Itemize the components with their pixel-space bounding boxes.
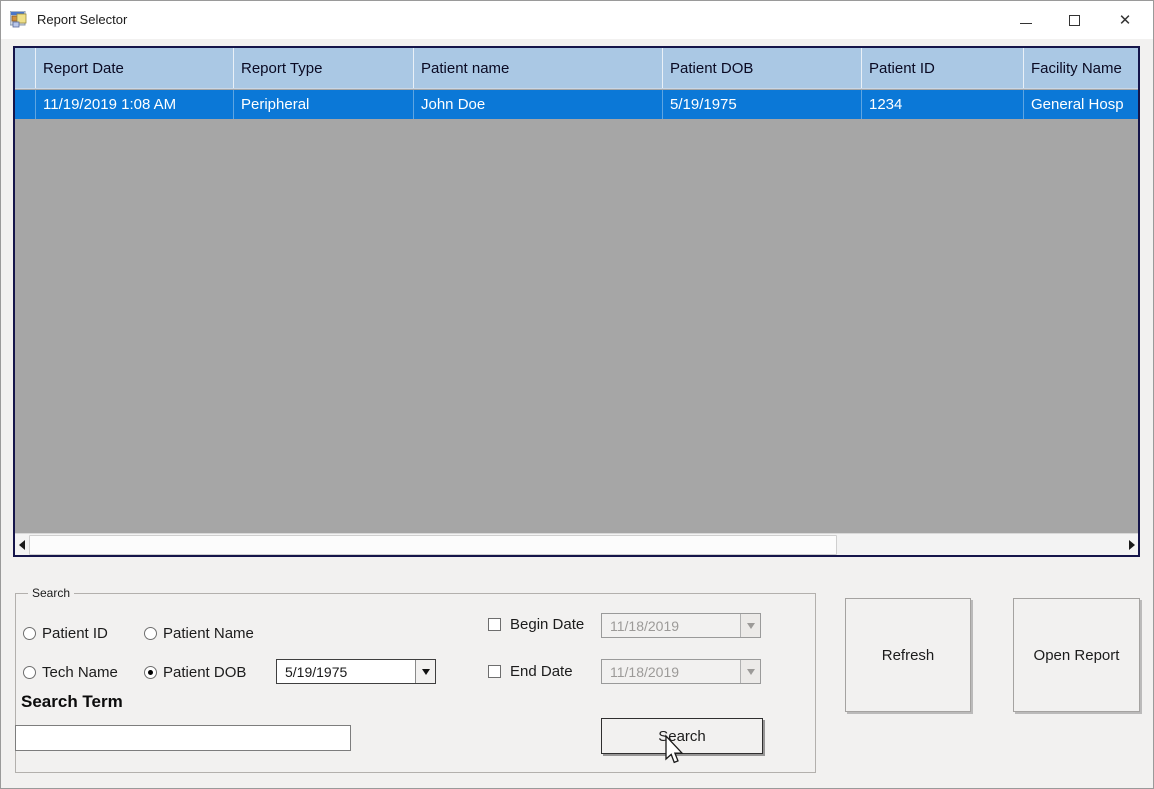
search-group-label: Search — [28, 586, 75, 600]
radio-tech-name-label[interactable]: Tech Name — [42, 664, 118, 681]
close-button[interactable]: ✕ — [1103, 1, 1147, 39]
begin-date-picker-dropdown-button — [740, 614, 760, 637]
scroll-right-button[interactable] — [1125, 535, 1138, 555]
end-date-label[interactable]: End Date — [510, 663, 573, 680]
chevron-down-icon — [746, 622, 755, 629]
open-report-button[interactable]: Open Report — [1013, 598, 1140, 712]
search-button[interactable]: Search — [601, 718, 763, 754]
refresh-button[interactable]: Refresh — [845, 598, 971, 712]
begin-date-picker-value: 11/18/2019 — [610, 617, 680, 634]
column-header-patient-dob[interactable]: Patient DOB — [662, 48, 861, 88]
scroll-left-icon — [18, 540, 25, 550]
end-date-picker-value: 11/18/2019 — [610, 663, 680, 680]
end-date-picker: 11/18/2019 — [601, 659, 761, 684]
report-selector-window: { "window": { "title": "Report Selector"… — [0, 0, 1154, 789]
begin-date-picker: 11/18/2019 — [601, 613, 761, 638]
window-title: Report Selector — [37, 12, 128, 27]
scrollbar-thumb[interactable] — [29, 535, 837, 555]
column-header-report-date[interactable]: Report Date — [35, 48, 233, 88]
begin-date-checkbox[interactable] — [488, 618, 501, 631]
column-header-facility-name[interactable]: Facility Name — [1023, 48, 1138, 88]
cell-patient-id[interactable]: 1234 — [861, 90, 1023, 119]
patient-dob-combobox[interactable]: 5/19/1975 — [276, 659, 436, 684]
column-header-patient-id[interactable]: Patient ID — [861, 48, 1023, 88]
radio-patient-dob-label[interactable]: Patient DOB — [163, 664, 246, 681]
column-header-report-type[interactable]: Report Type — [233, 48, 413, 88]
horizontal-scrollbar[interactable] — [15, 533, 1138, 555]
radio-tech-name[interactable] — [23, 666, 36, 679]
reports-grid[interactable]: Report Date Report Type Patient name Pat… — [13, 46, 1140, 557]
title-bar[interactable]: Report Selector ✕ — [1, 1, 1153, 39]
refresh-button-label: Refresh — [881, 646, 935, 664]
scroll-right-icon — [1128, 540, 1135, 550]
cell-patient-name[interactable]: John Doe — [413, 90, 662, 119]
patient-dob-combobox-dropdown-button[interactable] — [415, 660, 435, 683]
row-header-cell — [15, 90, 35, 119]
radio-patient-id-label[interactable]: Patient ID — [42, 625, 108, 642]
radio-patient-name[interactable] — [144, 627, 157, 640]
grid-header-row: Report Date Report Type Patient name Pat… — [15, 48, 1138, 89]
minimize-icon — [1020, 22, 1032, 24]
maximize-icon — [1068, 14, 1080, 26]
maximize-button[interactable] — [1052, 1, 1096, 39]
chevron-down-icon — [421, 668, 430, 675]
column-header-patient-name[interactable]: Patient name — [413, 48, 662, 88]
minimize-button[interactable] — [1004, 1, 1048, 39]
end-date-picker-dropdown-button — [740, 660, 760, 683]
chevron-down-icon — [746, 668, 755, 675]
close-icon: ✕ — [1118, 11, 1132, 29]
end-date-checkbox[interactable] — [488, 665, 501, 678]
search-button-label: Search — [658, 727, 706, 745]
patient-dob-combobox-value: 5/19/1975 — [285, 663, 348, 680]
app-icon — [10, 11, 27, 28]
cell-patient-dob[interactable]: 5/19/1975 — [662, 90, 861, 119]
cell-report-date[interactable]: 11/19/2019 1:08 AM — [35, 90, 233, 119]
begin-date-label[interactable]: Begin Date — [510, 616, 584, 633]
cell-report-type[interactable]: Peripheral — [233, 90, 413, 119]
radio-patient-id[interactable] — [23, 627, 36, 640]
search-term-label: Search Term — [21, 692, 123, 711]
row-header-stub — [15, 48, 35, 88]
open-report-button-label: Open Report — [1033, 646, 1120, 664]
scroll-left-button[interactable] — [15, 535, 28, 555]
table-row-selected[interactable]: 11/19/2019 1:08 AM Peripheral John Doe 5… — [15, 90, 1138, 119]
search-term-input[interactable] — [15, 725, 351, 751]
radio-patient-name-label[interactable]: Patient Name — [163, 625, 254, 642]
radio-patient-dob[interactable] — [144, 666, 157, 679]
cell-facility-name[interactable]: General Hosp — [1023, 90, 1138, 119]
